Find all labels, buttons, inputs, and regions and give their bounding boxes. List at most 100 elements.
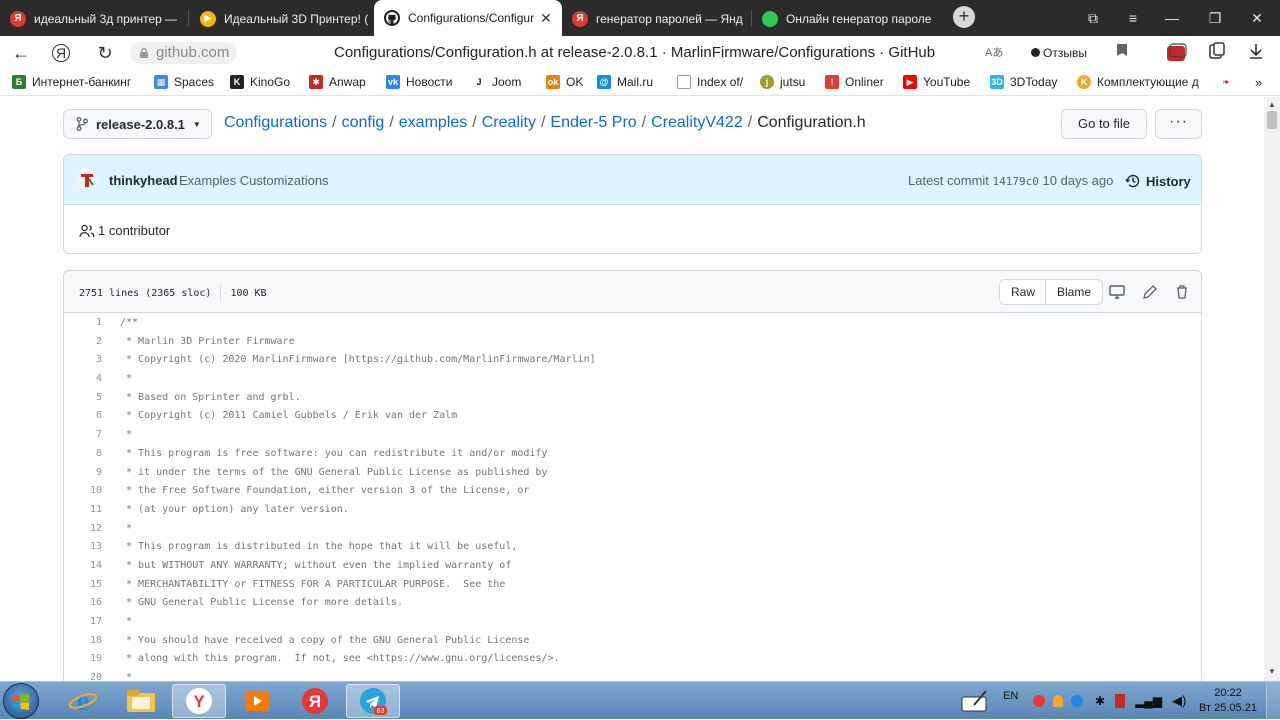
bookmarks-overflow-icon[interactable]: » <box>1255 75 1262 90</box>
close-window-icon[interactable]: ✕ <box>1247 8 1267 28</box>
line-number[interactable]: 2 <box>64 333 102 352</box>
line-number[interactable]: 20 <box>64 669 102 681</box>
bookmark-item[interactable]: Б Интернет-банкинг <box>12 75 131 89</box>
breadcrumb-link[interactable]: config <box>342 114 385 131</box>
bookmark-item[interactable]: J Joom <box>472 75 521 89</box>
line-number[interactable]: 19 <box>64 650 102 669</box>
bookmark-item[interactable]: ✱ Anwap <box>309 75 366 89</box>
file-explorer-icon[interactable] <box>114 684 168 718</box>
line-number[interactable]: 7 <box>64 426 102 445</box>
bluetooth-icon[interactable]: ✱ <box>1095 694 1105 708</box>
security-icon[interactable] <box>1033 695 1045 707</box>
trash-icon[interactable] <box>1173 283 1191 301</box>
commit-author[interactable]: thinkyhead <box>109 173 178 188</box>
breadcrumb-link[interactable]: Ender-5 Pro <box>550 114 636 131</box>
line-number[interactable]: 11 <box>64 501 102 520</box>
download-icon[interactable] <box>1248 42 1264 64</box>
line-number[interactable]: 5 <box>64 389 102 408</box>
branch-selector[interactable]: release-2.0.8.1 ▼ <box>63 109 212 139</box>
line-number[interactable]: 16 <box>64 594 102 613</box>
commit-sha[interactable]: 14179c0 <box>993 175 1039 188</box>
reload-icon[interactable]: ↻ <box>94 42 116 64</box>
breadcrumb-link[interactable]: Creality <box>482 114 536 131</box>
blame-button[interactable]: Blame <box>1046 280 1102 304</box>
language-indicator[interactable]: EN <box>1003 677 1018 715</box>
breadcrumb-link[interactable]: CrealityV422 <box>651 114 743 131</box>
usb-icon[interactable] <box>1115 694 1126 708</box>
yandex-icon[interactable]: Я <box>288 684 342 718</box>
internet-explorer-icon[interactable]: e <box>56 684 110 718</box>
browser-tab-4[interactable]: Я генератор паролей — Янд <box>562 3 750 34</box>
bulb-icon[interactable] <box>1053 695 1063 707</box>
yandex-logo-icon[interactable]: Я <box>52 44 70 62</box>
collections-icon[interactable] <box>1208 42 1226 64</box>
bookmark-item[interactable]: K Комплектующие д <box>1077 75 1204 89</box>
network-icon[interactable] <box>1071 695 1083 707</box>
tab-counter-icon[interactable] <box>1166 43 1188 65</box>
tabs-overview-icon[interactable]: ⧉ <box>1083 8 1103 28</box>
line-number[interactable]: 13 <box>64 538 102 557</box>
reviews-button[interactable]: Отзывы <box>1031 42 1087 64</box>
line-number[interactable]: 4 <box>64 370 102 389</box>
line-number[interactable]: 14 <box>64 557 102 576</box>
bookmark-item[interactable]: ! Onliner <box>825 75 884 89</box>
breadcrumb-link[interactable]: examples <box>399 114 467 131</box>
line-number[interactable]: 1 <box>64 314 102 333</box>
bookmark-item[interactable]: ▦ Spaces <box>154 75 214 89</box>
volume-icon[interactable]: ◀) <box>1172 693 1186 709</box>
url-field[interactable]: github.com <box>130 42 238 64</box>
more-options-button[interactable]: ··· <box>1155 109 1202 139</box>
new-tab-button[interactable]: + <box>953 6 975 28</box>
show-desktop-button[interactable] <box>1266 682 1280 720</box>
bookmark-item[interactable]: ok OK <box>546 75 583 89</box>
translate-icon[interactable]: Aあ <box>985 42 1003 64</box>
menu-icon[interactable]: ≡ <box>1123 8 1143 28</box>
history-link[interactable]: History <box>1125 173 1191 189</box>
start-button[interactable] <box>3 683 39 719</box>
contributors-link[interactable]: 1 contributor <box>79 223 170 238</box>
line-number[interactable]: 17 <box>64 613 102 632</box>
bookmark-item[interactable]: K KinoGo <box>230 75 290 89</box>
line-number[interactable]: 15 <box>64 576 102 595</box>
back-arrow-icon[interactable]: ← <box>10 42 32 64</box>
bookmark-item[interactable]: vk Новости <box>386 75 452 89</box>
line-number[interactable]: 8 <box>64 445 102 464</box>
bookmark-item[interactable]: ❧ <box>1219 75 1239 89</box>
breadcrumb-link[interactable]: Configurations <box>224 114 327 131</box>
bookmark-item[interactable]: ▶ YouTube <box>903 75 970 89</box>
line-number[interactable]: 10 <box>64 482 102 501</box>
media-player-icon[interactable] <box>230 684 284 718</box>
yandex-browser-taskbar-icon[interactable]: Y <box>172 684 226 718</box>
line-number[interactable]: 6 <box>64 407 102 426</box>
bookmark-item[interactable]: @ Mail.ru <box>597 75 653 89</box>
commit-message[interactable]: Examples Customizations <box>179 173 329 188</box>
avatar[interactable] <box>76 168 98 190</box>
close-icon[interactable]: ✕ <box>540 10 552 27</box>
bookmark-item[interactable]: Index of/ <box>677 75 743 89</box>
raw-button[interactable]: Raw <box>1000 280 1046 304</box>
browser-tab-1[interactable]: Я идеальный 3д принтер — <box>0 3 185 34</box>
restore-icon[interactable]: ❐ <box>1205 8 1225 28</box>
bookmark-item[interactable]: j jutsu <box>760 75 805 89</box>
page-scrollbar[interactable]: ▲ ▼ <box>1264 97 1280 681</box>
line-number[interactable]: 12 <box>64 520 102 539</box>
go-to-file-button[interactable]: Go to file <box>1061 109 1147 139</box>
browser-tab-5[interactable]: Онлайн генератор пароле <box>752 3 937 34</box>
pen-tablet-icon[interactable] <box>960 682 990 720</box>
telegram-icon[interactable]: 83 <box>346 684 400 718</box>
system-clock[interactable]: 20:22 Вт 25.05.21 <box>1198 686 1258 716</box>
minimize-icon[interactable]: — <box>1162 8 1182 28</box>
line-number[interactable]: 18 <box>64 632 102 651</box>
bookmark-item[interactable]: 3D 3DToday <box>990 75 1057 89</box>
browser-tab-2[interactable]: ▶ Идеальный 3D Принтер! ( <box>190 3 370 34</box>
scrollbar-thumb[interactable] <box>1267 111 1277 129</box>
scroll-down-icon[interactable]: ▼ <box>1268 667 1276 676</box>
scroll-up-icon[interactable]: ▲ <box>1268 100 1276 109</box>
signal-icon[interactable]: ▂▄▆ <box>1135 694 1162 708</box>
line-number[interactable]: 9 <box>64 464 102 483</box>
browser-tab-active[interactable]: Configurations/Configur ✕ <box>374 0 562 36</box>
desktop-icon[interactable] <box>1108 283 1126 301</box>
bookmark-icon[interactable] <box>1116 42 1128 64</box>
line-number[interactable]: 3 <box>64 351 102 370</box>
pencil-icon[interactable] <box>1141 283 1159 301</box>
